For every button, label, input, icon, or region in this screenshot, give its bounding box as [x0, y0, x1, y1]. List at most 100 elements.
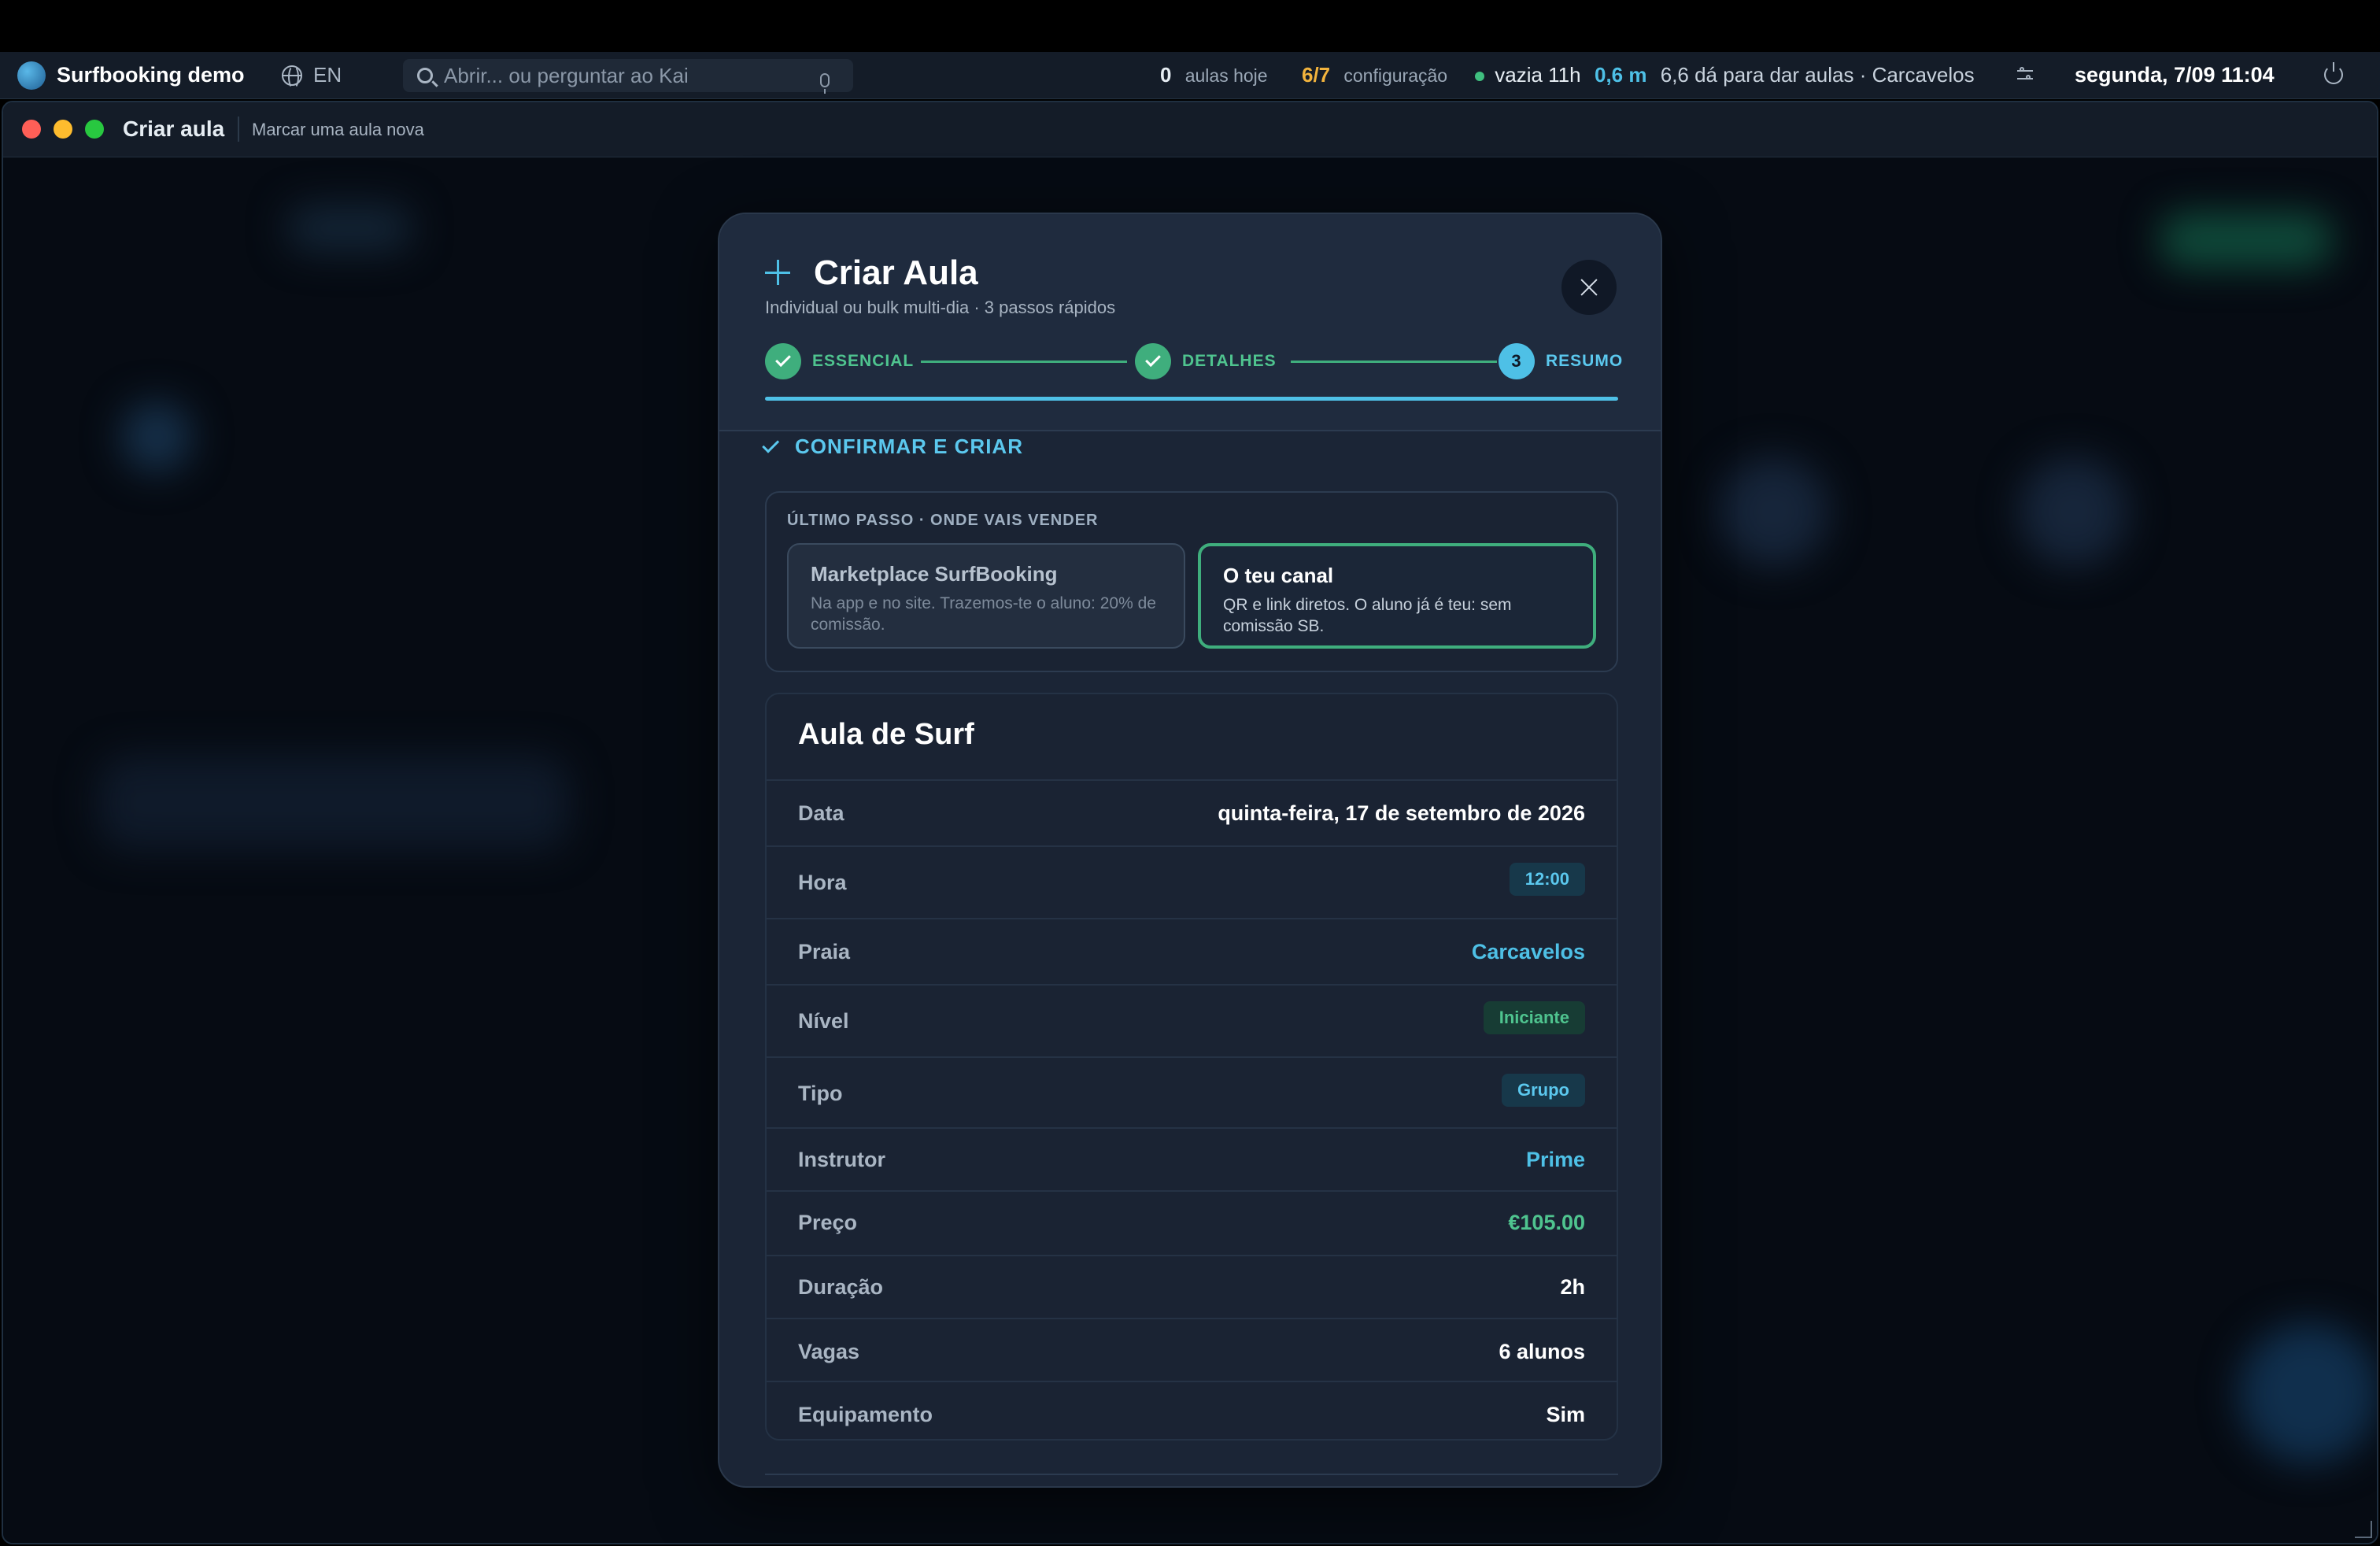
background-shape — [286, 205, 412, 252]
power-icon[interactable] — [2324, 62, 2343, 84]
date-time: segunda, 7/09 11:04 — [2075, 63, 2275, 87]
summary-row-level: Nível Iniciante — [767, 984, 1617, 1056]
step-connector — [921, 361, 1127, 363]
tide-label: vazia 11h — [1495, 63, 1581, 87]
check-icon — [1135, 343, 1171, 379]
window-titlebar: Criar aula Marcar uma aula nova — [3, 102, 2377, 157]
app-logo-icon — [17, 61, 46, 90]
lessons-today-stat[interactable]: 0 aulas hoje — [1160, 63, 1268, 87]
step-label: ESSENCIAL — [812, 352, 915, 370]
modal-header: Criar Aula Individual ou bulk multi-dia … — [719, 214, 1661, 431]
modal-subtitle: Individual ou bulk multi-dia · 3 passos … — [765, 298, 1116, 317]
row-key: Tipo — [798, 1082, 843, 1105]
title-divider — [238, 117, 239, 142]
channel-option-description: Na app e no site. Trazemos-te o aluno: 2… — [811, 594, 1156, 634]
close-window-button[interactable] — [22, 120, 41, 139]
search-icon — [417, 68, 433, 83]
row-key: Instrutor — [798, 1148, 885, 1171]
config-label: configuração — [1343, 65, 1448, 86]
row-key: Hora — [798, 871, 847, 894]
row-value: Prime — [1525, 1148, 1585, 1171]
summary-row-equipment: Equipamento Sim — [767, 1381, 1617, 1439]
row-key: Vagas — [798, 1340, 860, 1363]
step-resumo[interactable]: 3 RESUMO — [1499, 343, 1623, 379]
channel-heading: ÚLTIMO PASSO · ONDE VAIS VENDER — [787, 512, 1099, 529]
config-stat[interactable]: 6/7 configuração — [1302, 63, 1447, 87]
window-subtitle: Marcar uma aula nova — [252, 120, 424, 139]
step-label: DETALHES — [1182, 352, 1277, 370]
channel-option-description: QR e link diretos. O aluno já é teu: sem… — [1223, 596, 1512, 635]
channel-option-marketplace[interactable]: Marketplace SurfBooking Na app e no site… — [787, 543, 1185, 649]
channel-option-own[interactable]: O teu canal QR e link diretos. O aluno j… — [1198, 543, 1596, 649]
modal-title: Criar Aula — [814, 253, 978, 292]
summary-row-type: Tipo Grupo — [767, 1056, 1617, 1127]
minimize-window-button[interactable] — [54, 120, 72, 139]
search-placeholder: Abrir... ou perguntar ao Kai — [444, 63, 689, 87]
confirm-heading: CONFIRMAR E CRIAR — [762, 435, 1023, 459]
background-shape — [98, 756, 570, 850]
step-connector — [1291, 361, 1497, 363]
maximize-window-button[interactable] — [85, 120, 104, 139]
tide-status-dot — [1475, 72, 1484, 82]
stepper-progress-bar — [765, 397, 1618, 401]
row-key: Praia — [798, 940, 851, 963]
summary-row-beach: Praia Carcavelos — [767, 918, 1617, 984]
level-badge: Iniciante — [1483, 1001, 1585, 1034]
row-value: 6 alunos — [1499, 1340, 1585, 1363]
forecast-label: 6,6 dá para dar aulas · Carcavelos — [1660, 63, 1975, 87]
resize-handle-icon[interactable] — [2355, 1521, 2372, 1538]
background-shape — [2238, 1322, 2377, 1464]
close-icon — [1580, 279, 1598, 296]
microphone-icon[interactable] — [820, 73, 830, 94]
row-value: quinta-feira, 17 de setembro de 2026 — [1218, 801, 1585, 825]
step-number: 3 — [1499, 343, 1535, 379]
language-switcher[interactable]: EN — [282, 63, 342, 89]
row-key: Equipamento — [798, 1403, 933, 1426]
row-key: Nível — [798, 1009, 849, 1033]
summary-row-spots: Vagas 6 alunos — [767, 1318, 1617, 1381]
step-label: RESUMO — [1546, 352, 1624, 370]
channel-option-title: Marketplace SurfBooking — [811, 562, 1058, 586]
summary-row-price: Preço €105.00 — [767, 1190, 1617, 1255]
step-essencial[interactable]: ESSENCIAL — [765, 343, 914, 379]
close-button[interactable] — [1561, 260, 1617, 315]
type-badge: Grupo — [1502, 1074, 1585, 1107]
time-badge: 12:00 — [1509, 863, 1585, 896]
wave-stat[interactable]: 0,6 m 6,6 dá para dar aulas · Carcavelos — [1595, 63, 1975, 87]
create-lesson-modal: Criar Aula Individual ou bulk multi-dia … — [718, 213, 1662, 1488]
wave-height: 0,6 m — [1595, 63, 1647, 87]
plus-icon — [765, 260, 790, 285]
language-label: EN — [313, 63, 342, 87]
background-shape — [2160, 213, 2333, 268]
row-key: Duração — [798, 1275, 884, 1299]
lessons-today-count: 0 — [1160, 63, 1172, 87]
confirm-heading-label: CONFIRMAR E CRIAR — [795, 435, 1023, 458]
background-shape — [2018, 457, 2128, 567]
summary-title: Aula de Surf — [798, 718, 974, 751]
step-detalhes[interactable]: DETALHES — [1135, 343, 1277, 379]
screen-top-strip — [0, 0, 2380, 52]
check-icon — [762, 435, 780, 453]
sliders-icon[interactable] — [2017, 67, 2033, 82]
config-progress: 6/7 — [1302, 63, 1331, 87]
lessons-today-label: aulas hoje — [1184, 65, 1268, 86]
row-value: Carcavelos — [1471, 940, 1585, 963]
background-shape — [121, 401, 192, 472]
menu-bar: Surfbooking demo EN Abrir... ou pergunta… — [0, 52, 2380, 99]
summary-row-instructor: Instrutor Prime — [767, 1127, 1617, 1190]
channel-option-title: O teu canal — [1223, 564, 1334, 587]
app-name[interactable]: Surfbooking demo — [57, 63, 245, 87]
summary-row-date: Data quinta-feira, 17 de setembro de 202… — [767, 779, 1617, 845]
summary-row-duration: Duração 2h — [767, 1255, 1617, 1318]
tide-stat[interactable]: vazia 11h — [1475, 63, 1581, 87]
row-value: 2h — [1560, 1275, 1585, 1299]
lesson-summary-card: Aula de Surf Data quinta-feira, 17 de se… — [765, 693, 1618, 1441]
modal-footer-divider — [765, 1474, 1618, 1475]
row-value: Sim — [1546, 1403, 1585, 1426]
sales-channel-selector: ÚLTIMO PASSO · ONDE VAIS VENDER Marketpl… — [765, 491, 1618, 672]
background-shape — [1719, 457, 1829, 567]
row-key: Preço — [798, 1211, 858, 1234]
search-input[interactable]: Abrir... ou perguntar ao Kai — [403, 59, 853, 94]
row-value: €105.00 — [1508, 1211, 1585, 1234]
row-key: Data — [798, 801, 844, 825]
